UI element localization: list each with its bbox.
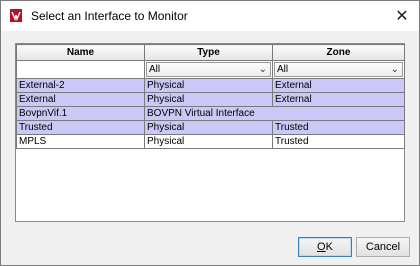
ok-label-rest: K [325,241,333,253]
cell-zone: Trusted [272,134,405,149]
table-row[interactable]: External Physical External [16,92,405,107]
cell-type: Physical [144,134,273,149]
ok-button[interactable]: OK [298,237,352,257]
cell-name: BovpnVif.1 [16,106,145,121]
cell-name: Trusted [16,120,145,135]
close-icon: ✕ [395,8,409,25]
ok-mnemonic: O [317,241,326,253]
table-row[interactable]: MPLS Physical Trusted [16,134,405,149]
cell-zone: External [272,78,405,93]
chevron-down-icon: ⌄ [258,64,267,75]
table-row[interactable]: External-2 Physical External [16,78,405,93]
watchguard-app-icon [10,9,22,22]
zone-filter-dropdown[interactable]: All ⌄ [274,62,403,77]
cell-name: External [16,92,145,107]
cell-type: Physical [144,78,273,93]
cell-name: MPLS [16,134,145,149]
column-header-type[interactable]: Type [144,44,273,61]
type-filter-value: All [149,64,161,75]
type-filter-dropdown[interactable]: All ⌄ [146,62,271,77]
zone-filter-value: All [277,64,289,75]
cancel-button[interactable]: Cancel [356,237,410,257]
cell-type: BOVPN Virtual Interface [144,106,405,121]
dialog-title: Select an Interface to Monitor [31,9,188,23]
chevron-down-icon: ⌄ [390,64,399,75]
dialog-window: Select an Interface to Monitor ✕ Name Ty… [0,0,420,266]
table-row[interactable]: Trusted Physical Trusted [16,120,405,135]
column-header-zone[interactable]: Zone [272,44,405,61]
cell-zone: External [272,92,405,107]
name-filter-input[interactable] [18,63,143,76]
cell-type: Physical [144,92,273,107]
cell-type: Physical [144,120,273,135]
title-bar: Select an Interface to Monitor ✕ [1,1,419,31]
interface-table: Name Type Zone All ⌄ All ⌄ External-2 Ph… [15,43,405,222]
table-row[interactable]: BovpnVif.1 BOVPN Virtual Interface [16,106,405,121]
cell-name: External-2 [16,78,145,93]
column-header-name[interactable]: Name [16,44,145,61]
cell-zone: Trusted [272,120,405,135]
filter-row: All ⌄ All ⌄ [16,60,405,79]
close-button[interactable]: ✕ [385,1,419,31]
